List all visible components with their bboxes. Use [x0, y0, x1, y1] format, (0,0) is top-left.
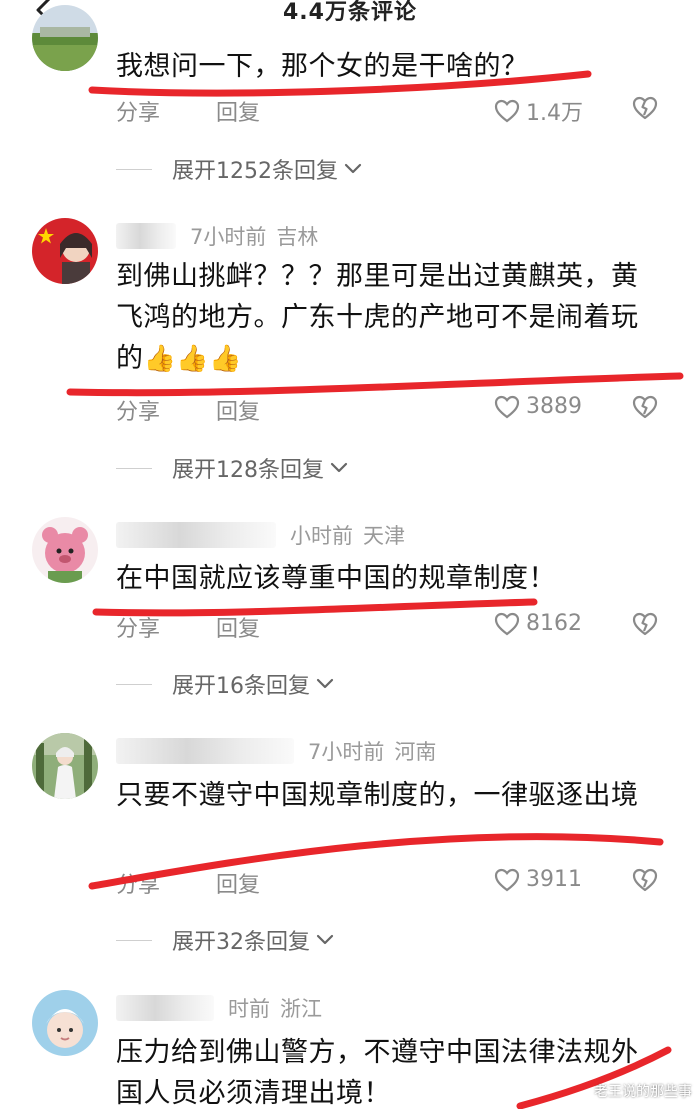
broken-heart-icon — [632, 96, 658, 120]
heart-icon — [494, 99, 520, 123]
reply-button[interactable]: 回复 — [216, 611, 260, 643]
chevron-down-icon — [316, 934, 334, 946]
comment-count-title: 4.4万条评论 — [283, 0, 417, 25]
reply-button[interactable]: 回复 — [216, 394, 260, 426]
heart-icon — [494, 868, 520, 891]
broken-heart-icon — [632, 868, 658, 892]
like-button[interactable]: 3911 — [494, 867, 582, 892]
divider — [116, 683, 152, 685]
comment-time: 时前 — [228, 997, 270, 1021]
top-bar: 4.4万条评论 — [0, 0, 700, 30]
avatar[interactable] — [32, 5, 98, 71]
comment-text: 在中国就应该尊重中国的规章制度！ — [116, 563, 556, 594]
comment-actions: 分享 回复 1.4万 — [116, 95, 666, 129]
comment-meta: 小时前 天津 — [116, 520, 405, 550]
avatar[interactable] — [32, 517, 98, 583]
avatar[interactable] — [32, 990, 98, 1056]
chevron-down-icon — [344, 163, 362, 175]
dislike-button[interactable] — [632, 96, 658, 126]
dislike-button[interactable] — [632, 395, 658, 425]
comment-location: 浙江 — [280, 997, 322, 1021]
expand-replies[interactable]: 展开128条回复 — [116, 451, 348, 485]
like-button[interactable]: 8162 — [494, 611, 582, 636]
avatar[interactable] — [32, 733, 98, 799]
reply-button[interactable]: 回复 — [216, 95, 260, 127]
like-count: 3889 — [526, 394, 582, 419]
share-button[interactable]: 分享 — [116, 867, 160, 899]
avatar[interactable] — [32, 218, 98, 284]
broken-heart-icon — [632, 395, 658, 419]
comment-meta: 7小时前 吉林 — [116, 221, 318, 251]
username — [116, 738, 294, 764]
comment-meta: 7小时前 河南 — [116, 736, 436, 766]
broken-heart-icon — [632, 612, 658, 636]
comment-location: 天津 — [363, 524, 405, 548]
comment-location: 吉林 — [276, 225, 319, 249]
comment-actions: 分享 回复 3911 — [116, 867, 666, 901]
dislike-button[interactable] — [632, 868, 658, 898]
comment-actions: 分享 回复 3889 — [116, 394, 666, 428]
comment-text: 我想问一下，那个女的是干啥的？ — [116, 51, 529, 82]
like-button[interactable]: 1.4万 — [494, 95, 583, 127]
thumbs-up-icon: 👍👍👍 — [143, 344, 243, 374]
username — [116, 223, 176, 249]
share-button[interactable]: 分享 — [116, 611, 160, 643]
like-count: 8162 — [526, 611, 582, 636]
username — [116, 995, 214, 1021]
expand-replies[interactable]: 展开16条回复 — [116, 667, 334, 701]
expand-replies[interactable]: 展开32条回复 — [116, 923, 334, 957]
like-button[interactable]: 3889 — [494, 394, 582, 419]
expand-replies[interactable]: 展开1252条回复 — [116, 152, 362, 186]
reply-button[interactable]: 回复 — [216, 867, 260, 899]
comment-text: 压力给到佛山警方，不遵守中国法律法规外国人员必须清理出境！ — [116, 1037, 639, 1109]
watermark: 老王说的那些事 — [594, 1084, 692, 1100]
comment-text: 只要不遵守中国规章制度的，一律驱逐出境 — [116, 780, 639, 811]
like-count: 3911 — [526, 867, 582, 892]
heart-icon — [494, 395, 520, 418]
dislike-button[interactable] — [632, 612, 658, 642]
comment-time: 7小时前 — [308, 740, 385, 764]
chevron-down-icon — [316, 678, 334, 690]
comment-location: 河南 — [394, 740, 437, 764]
chevron-down-icon — [330, 462, 348, 474]
share-button[interactable]: 分享 — [116, 95, 160, 127]
comment-text: 到佛山挑衅？？？那里可是出过黄麒英，黄飞鸿的地方。广东十虎的产地可不是闹着玩的👍… — [116, 261, 639, 374]
heart-icon — [494, 612, 520, 635]
comment-actions: 分享 回复 8162 — [116, 611, 666, 645]
like-count: 1.4万 — [526, 101, 583, 126]
divider — [116, 467, 152, 469]
divider — [116, 168, 152, 170]
share-button[interactable]: 分享 — [116, 394, 160, 426]
comment-meta: 时前 浙江 — [116, 993, 322, 1023]
comment-time: 小时前 — [290, 524, 353, 548]
username — [116, 522, 276, 548]
divider — [116, 939, 152, 941]
comment-time: 7小时前 — [190, 225, 267, 249]
